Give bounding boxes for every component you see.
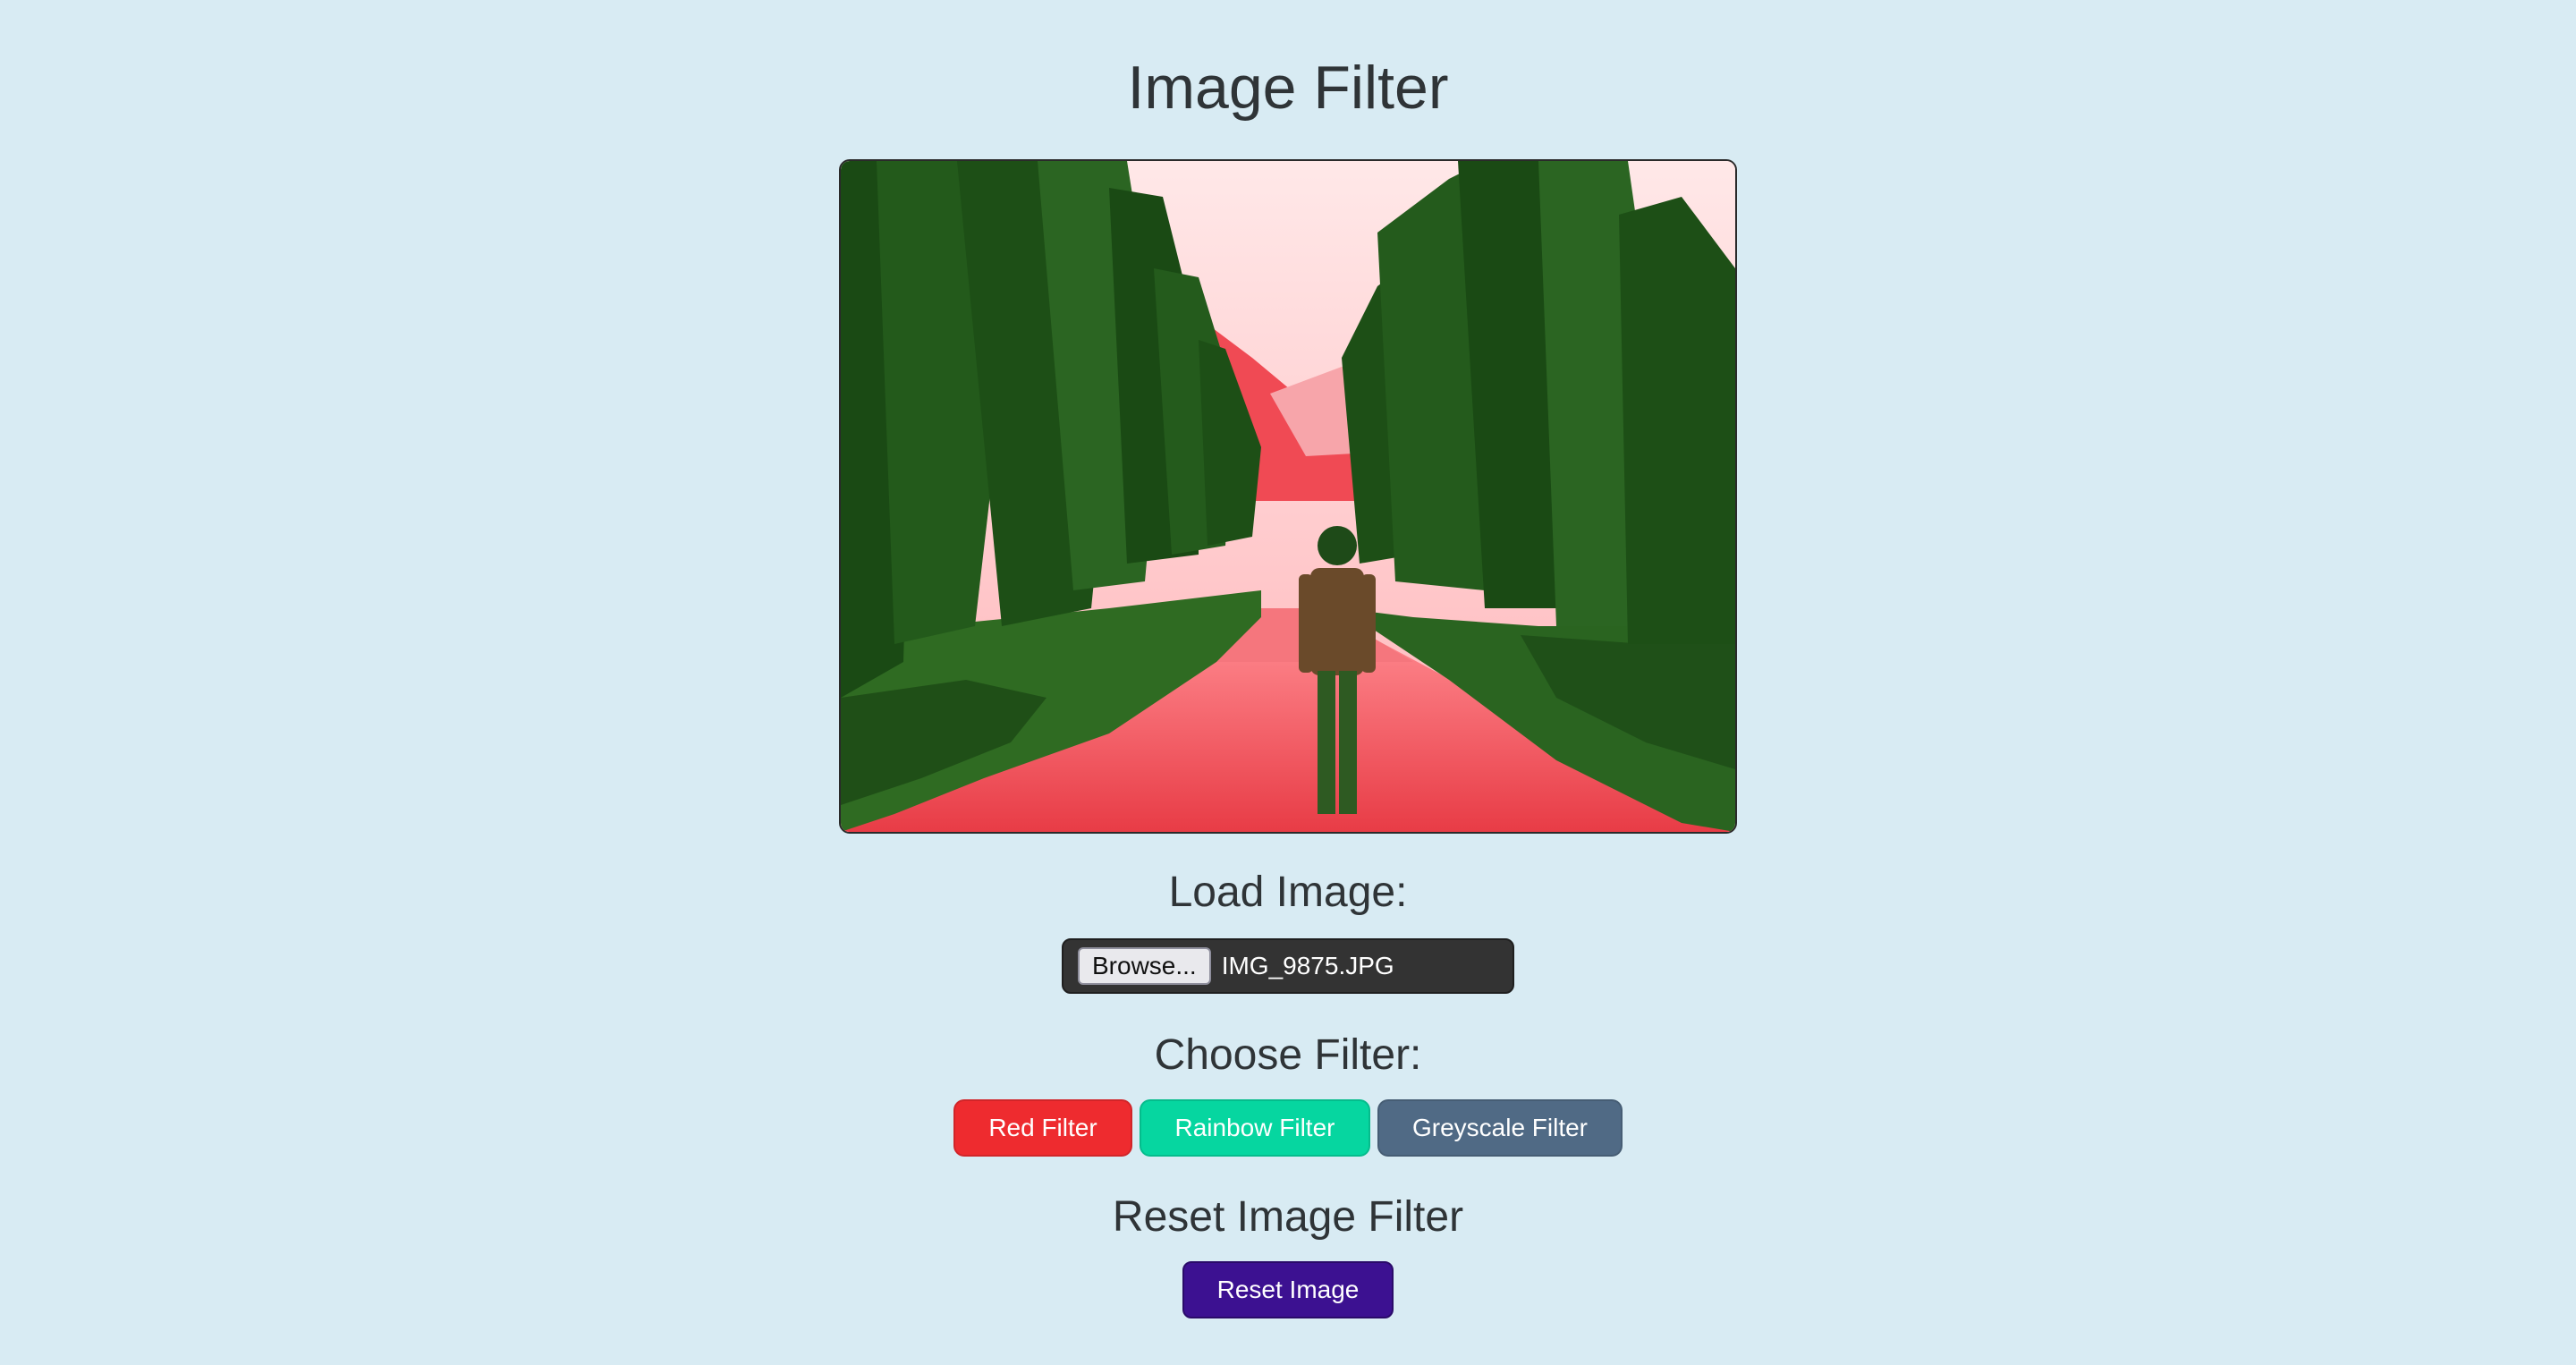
reset-image-button[interactable]: Reset Image bbox=[1182, 1261, 1394, 1318]
page-title: Image Filter bbox=[1127, 54, 1449, 122]
filter-buttons-row: Red Filter Rainbow Filter Greyscale Filt… bbox=[0, 1099, 2576, 1157]
image-filter-page: Image Filter Load Image: Browse... IMG_9… bbox=[0, 0, 2576, 1365]
filtered-photo-image bbox=[841, 161, 1735, 832]
selected-file-name: IMG_9875.JPG bbox=[1221, 952, 1394, 979]
greyscale-filter-button[interactable]: Greyscale Filter bbox=[1377, 1099, 1623, 1157]
rainbow-filter-button[interactable]: Rainbow Filter bbox=[1140, 1099, 1370, 1157]
file-input[interactable]: Browse... IMG_9875.JPG bbox=[1062, 938, 1514, 994]
image-canvas bbox=[839, 159, 1737, 834]
reset-filter-heading: Reset Image Filter bbox=[1112, 1193, 1464, 1241]
browse-button[interactable]: Browse... bbox=[1078, 947, 1211, 985]
choose-filter-heading: Choose Filter: bbox=[1154, 1031, 1422, 1079]
load-image-heading: Load Image: bbox=[1168, 869, 1408, 916]
red-filter-button[interactable]: Red Filter bbox=[953, 1099, 1132, 1157]
